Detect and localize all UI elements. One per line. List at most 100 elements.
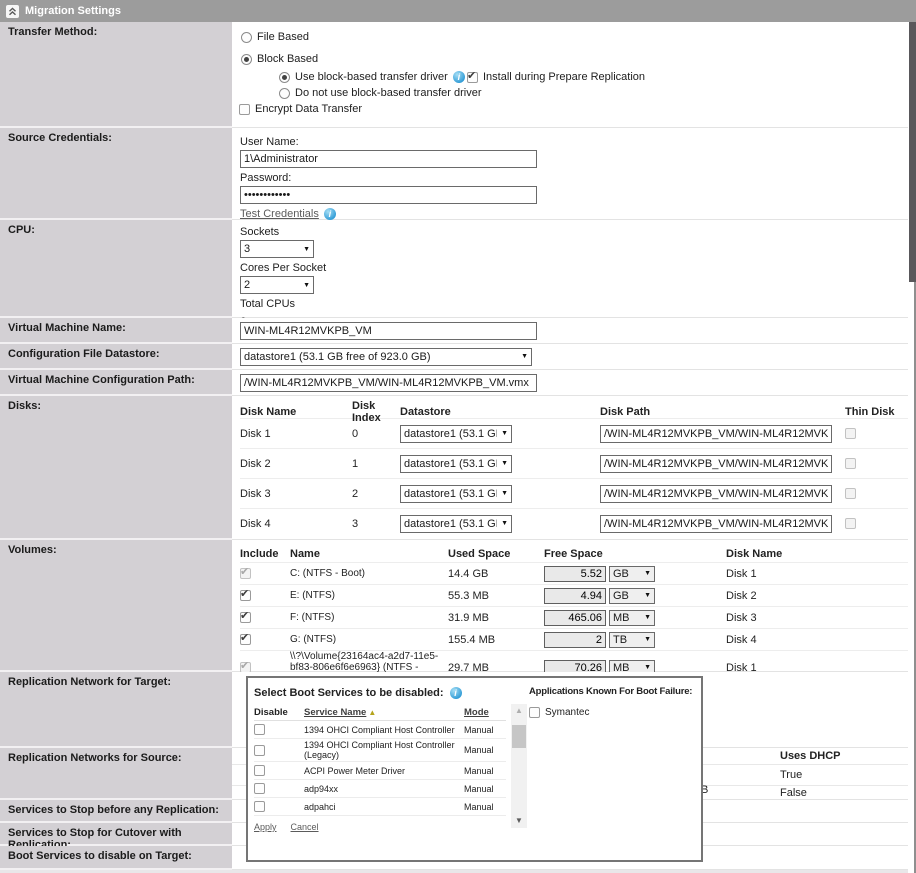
use-driver-radio[interactable]	[279, 72, 290, 83]
uses-dhcp-header: Uses DHCP	[780, 750, 841, 762]
sockets-select[interactable]: 3	[240, 240, 314, 258]
service-row: adpahci Manual	[254, 798, 506, 816]
info-icon[interactable]	[450, 687, 462, 699]
thin-disk-checkbox[interactable]	[845, 518, 856, 529]
services-scrollbar[interactable]	[511, 704, 527, 828]
include-checkbox[interactable]	[240, 590, 251, 601]
volume-row: G: (NTFS) 155.4 MB TB Disk 4	[240, 628, 908, 650]
free-space-input[interactable]	[544, 632, 606, 648]
disk-row: Disk 2 1 datastore1 (53.1 GB free of 923…	[240, 448, 908, 478]
service-disable-checkbox[interactable]	[254, 783, 265, 794]
volumes-header-include: Include	[240, 548, 290, 560]
volume-row: C: (NTFS - Boot) 14.4 GB GB Disk 1	[240, 562, 908, 584]
info-icon[interactable]	[324, 208, 336, 220]
section-label-vm-config-path: Virtual Machine Configuration Path:	[0, 370, 232, 396]
section-label-config-datastore: Configuration File Datastore:	[0, 344, 232, 370]
services-header-disable: Disable	[254, 707, 304, 718]
section-label-vm-name: Virtual Machine Name:	[0, 318, 232, 344]
volume-row: E: (NTFS) 55.3 MB GB Disk 2	[240, 584, 908, 606]
disk-datastore-select[interactable]: datastore1 (53.1 GB free of 923.0 GB)	[400, 485, 512, 503]
include-checkbox[interactable]	[240, 568, 251, 579]
disk-name: Disk 2	[240, 458, 352, 470]
file-based-radio[interactable]	[241, 32, 252, 43]
info-icon[interactable]	[453, 71, 465, 83]
collapse-icon[interactable]	[6, 5, 19, 18]
section-label-boot-services-disable: Boot Services to disable on Target:	[0, 846, 232, 870]
service-disable-checkbox[interactable]	[254, 765, 265, 776]
volume-used-space: 31.9 MB	[448, 612, 544, 624]
uses-dhcp-value: True	[780, 769, 802, 781]
block-based-radio[interactable]	[241, 54, 252, 65]
cancel-link[interactable]: Cancel	[291, 822, 319, 832]
disk-index: 0	[352, 428, 400, 440]
encrypt-checkbox[interactable]	[239, 104, 250, 115]
services-header-service-name[interactable]: Service Name	[304, 707, 376, 718]
section-label-services-stop-cutover: Services to Stop for Cutover with Replic…	[0, 823, 232, 846]
volumes-table: Include Name Used Space Free Space Disk …	[232, 540, 908, 676]
free-space-input[interactable]	[544, 610, 606, 626]
section-disks: Disks: Disk Name Disk Index Datastore Di…	[0, 396, 908, 540]
section-source-credentials: Source Credentials: User Name: Password:…	[0, 128, 908, 220]
cores-select[interactable]: 2	[240, 276, 314, 294]
username-input[interactable]	[240, 150, 537, 168]
thin-disk-checkbox[interactable]	[845, 428, 856, 439]
password-input[interactable]	[240, 186, 537, 204]
volume-disk-name: Disk 1	[726, 568, 908, 580]
disk-path-input[interactable]	[600, 485, 832, 503]
free-space-unit-select[interactable]: GB	[609, 566, 655, 582]
disk-datastore-select[interactable]: datastore1 (53.1 GB free of 923.0 GB)	[400, 455, 512, 473]
disk-row: Disk 4 3 datastore1 (53.1 GB free of 923…	[240, 508, 908, 538]
scrollbar-up-icon[interactable]	[511, 705, 527, 717]
thin-disk-checkbox[interactable]	[845, 458, 856, 469]
free-space-unit-select[interactable]: TB	[609, 632, 655, 648]
apps-known-for-boot-failure: Applications Known For Boot Failure: Sym…	[529, 686, 698, 718]
volume-disk-name: Disk 3	[726, 612, 908, 624]
volumes-header-free: Free Space	[544, 548, 726, 560]
apply-link[interactable]: Apply	[254, 822, 277, 832]
username-label: User Name:	[240, 136, 908, 150]
no-driver-radio[interactable]	[279, 88, 290, 99]
thin-disk-checkbox[interactable]	[845, 488, 856, 499]
dialog-title: Select Boot Services to be disabled:	[254, 687, 444, 699]
disk-path-input[interactable]	[600, 515, 832, 533]
disk-datastore-select[interactable]: datastore1 (53.1 GB free of 923.0 GB)	[400, 425, 512, 443]
service-disable-checkbox[interactable]	[254, 745, 265, 756]
free-space-input[interactable]	[544, 588, 606, 604]
encrypt-label: Encrypt Data Transfer	[255, 103, 362, 115]
cores-label: Cores Per Socket	[240, 262, 908, 276]
scrollbar-down-icon[interactable]	[511, 815, 527, 827]
volume-name: E: (NTFS)	[290, 590, 448, 601]
disk-path-input[interactable]	[600, 455, 832, 473]
volumes-header-name: Name	[290, 548, 448, 560]
volume-row: F: (NTFS) 31.9 MB MB Disk 3	[240, 606, 908, 628]
section-config-datastore: Configuration File Datastore: datastore1…	[0, 344, 908, 370]
test-credentials-link[interactable]: Test Credentials	[240, 208, 319, 220]
app-row: Symantec	[529, 707, 698, 718]
service-disable-checkbox[interactable]	[254, 724, 265, 735]
config-datastore-select[interactable]: datastore1 (53.1 GB free of 923.0 GB)	[240, 348, 532, 366]
free-space-unit-select[interactable]: GB	[609, 588, 655, 604]
include-checkbox[interactable]	[240, 634, 251, 645]
install-prepare-label: Install during Prepare Replication	[483, 71, 645, 83]
vm-config-path-input[interactable]	[240, 374, 537, 392]
vm-name-input[interactable]	[240, 322, 537, 340]
service-row: adp94xx Manual	[254, 780, 506, 798]
sockets-label: Sockets	[240, 226, 908, 240]
disk-name: Disk 4	[240, 518, 352, 530]
boot-services-dialog: Select Boot Services to be disabled: Dis…	[246, 676, 703, 862]
disk-datastore-select[interactable]: datastore1 (53.1 GB free of 923.0 GB)	[400, 515, 512, 533]
section-label-transfer-method: Transfer Method:	[0, 22, 232, 128]
service-name: ACPI Power Meter Driver	[304, 766, 464, 776]
section-cpu: CPU: Sockets 3 Cores Per Socket 2 Total …	[0, 220, 908, 318]
disk-path-input[interactable]	[600, 425, 832, 443]
install-prepare-checkbox[interactable]	[467, 72, 478, 83]
free-space-unit-select[interactable]: MB	[609, 610, 655, 626]
app-checkbox[interactable]	[529, 707, 540, 718]
right-scrollbar-thumb[interactable]	[909, 22, 916, 282]
service-name: 1394 OHCI Compliant Host Controller	[304, 725, 464, 735]
include-checkbox[interactable]	[240, 612, 251, 623]
free-space-input[interactable]	[544, 566, 606, 582]
scrollbar-thumb[interactable]	[512, 725, 526, 748]
services-header-mode[interactable]: Mode	[464, 707, 489, 718]
service-disable-checkbox[interactable]	[254, 801, 265, 812]
